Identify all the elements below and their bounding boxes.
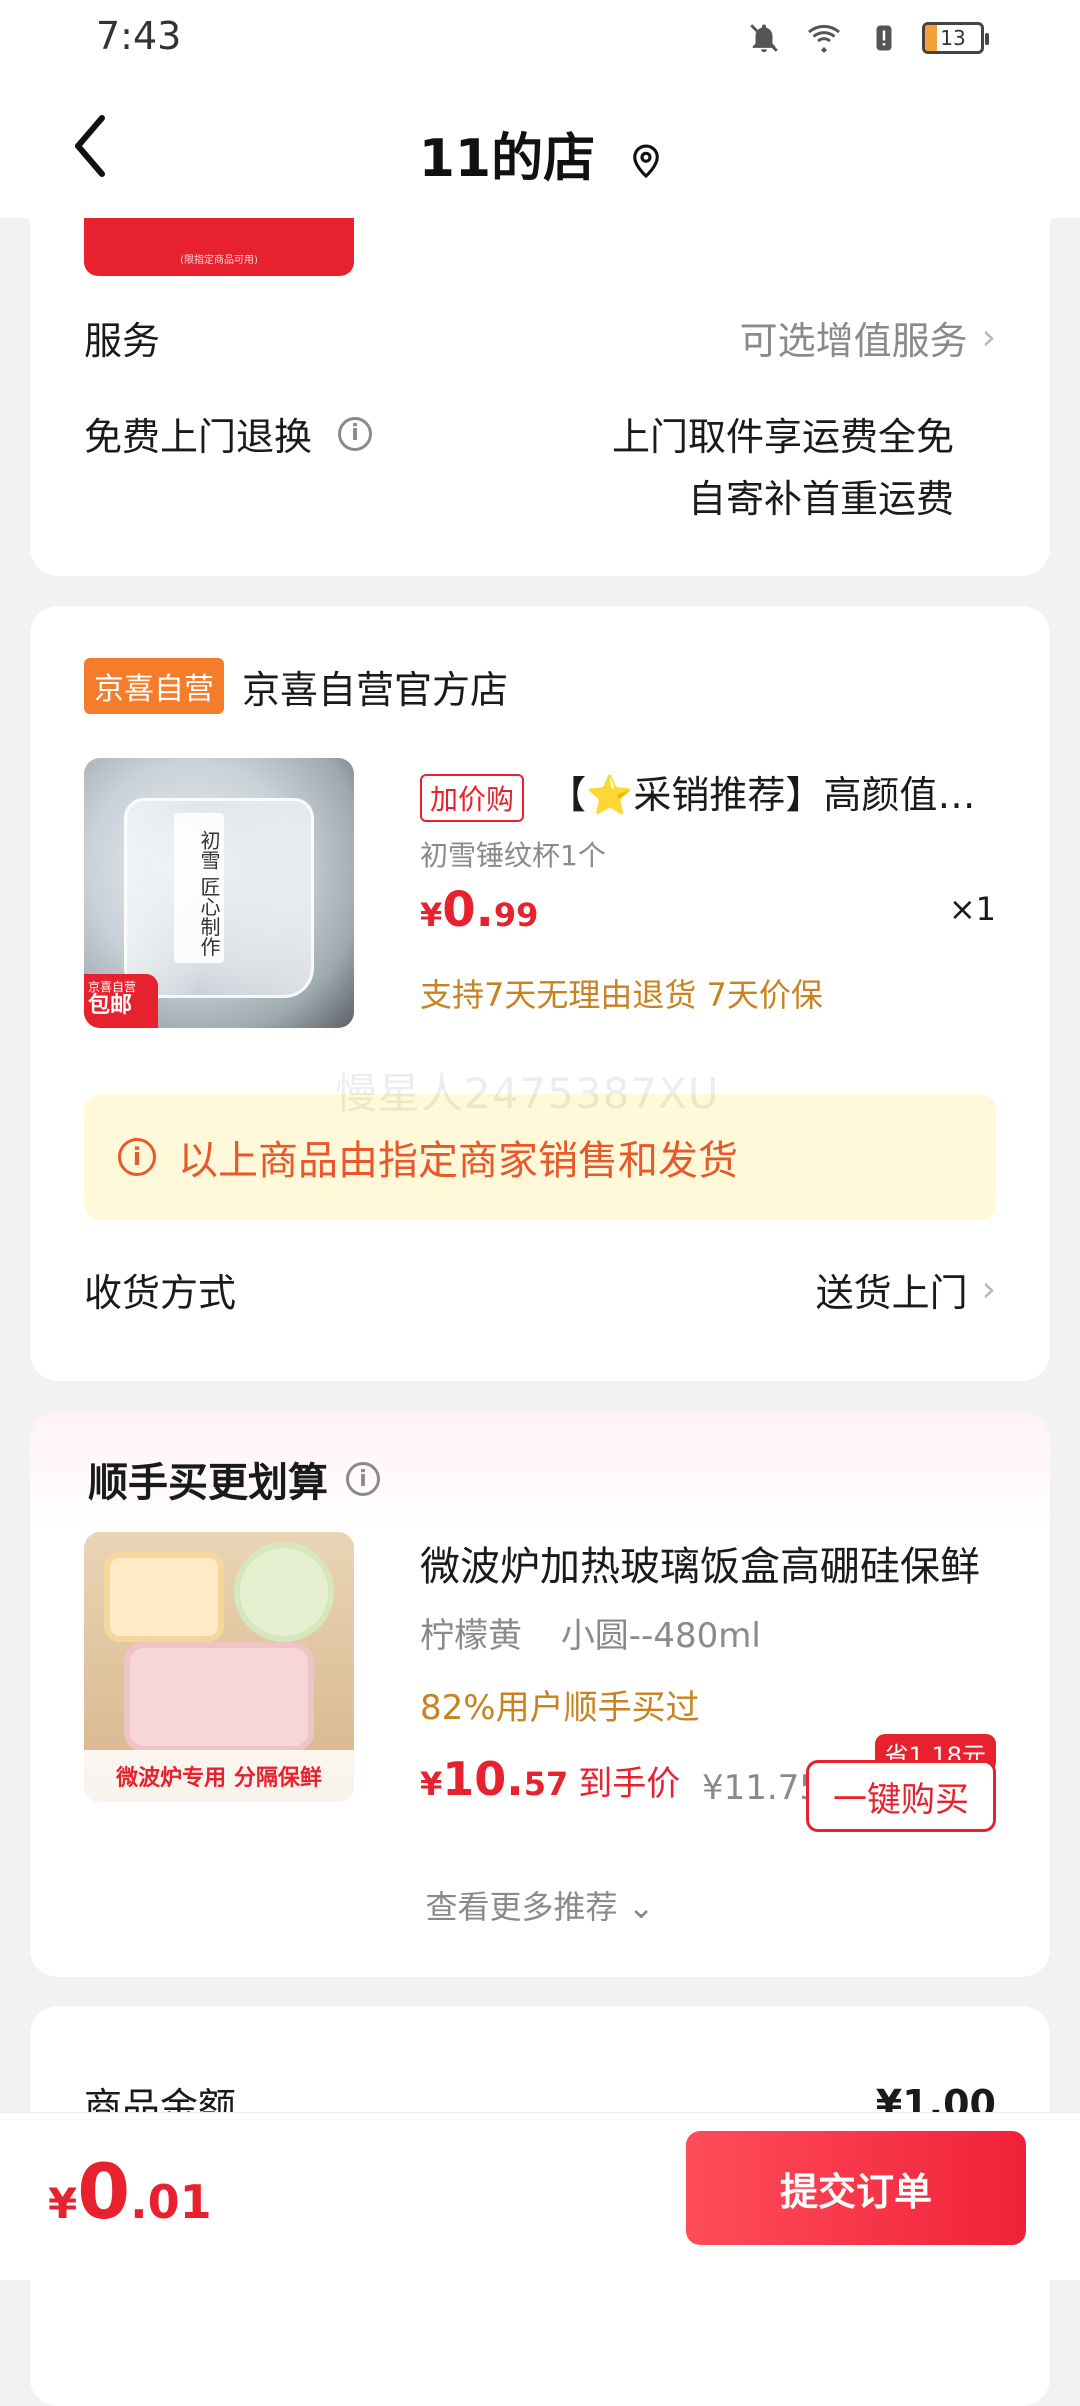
store-name: 京喜自营官方店	[242, 667, 509, 712]
recommend-bought: 82%用户顺手买过	[420, 1688, 700, 1728]
see-more-link[interactable]: 查看更多推荐 ⌄	[30, 1882, 1050, 1928]
product-title-line[interactable]: 加价购 【⭐采销推荐】高颜值初…	[420, 764, 996, 822]
product-image-text: 初雪 匠心制作	[174, 813, 224, 963]
store-title: 11的店	[418, 129, 596, 189]
info-icon[interactable]: i	[346, 1462, 380, 1496]
battery-icon: 13	[922, 22, 989, 54]
alert-icon	[862, 16, 906, 60]
spec-color: 柠檬黄	[420, 1616, 522, 1656]
delivery-value: 送货上门	[815, 1271, 968, 1315]
total-dec: .01	[130, 2175, 212, 2229]
status-time: 7:43	[96, 14, 182, 58]
price-label: 到手价	[578, 1764, 681, 1804]
product-corner-badge: 京喜自营 包邮	[84, 974, 158, 1028]
price-int: 10.	[442, 1752, 524, 1806]
total-price: ¥0.01	[48, 2147, 212, 2236]
free-return-label: 免费上门退换	[84, 415, 313, 459]
location-pin-icon[interactable]	[631, 132, 661, 192]
free-return-line1: 上门取件享运费全免	[611, 415, 954, 459]
page-title: 11的店	[0, 116, 1080, 192]
service-value: 可选增值服务	[739, 319, 968, 363]
product-price: ¥0.99	[420, 882, 538, 938]
addbuy-tag: 加价购	[420, 773, 525, 822]
price-symbol: ¥	[420, 1765, 443, 1803]
see-more-text: 查看更多推荐	[425, 1888, 618, 1926]
product-image[interactable]: 初雪 匠心制作 京喜自营 包邮	[84, 758, 354, 1028]
coupon-note: (限指定商品可用)	[180, 255, 258, 266]
food-box-graphic	[104, 1552, 224, 1642]
wifi-icon	[802, 16, 846, 60]
mute-bell-icon	[742, 16, 786, 60]
service-card: (限指定商品可用) 服务 可选增值服务 › 免费上门退换 i 上门取件享运费全免…	[30, 218, 1050, 576]
one-click-buy-button[interactable]: 一键购买	[806, 1760, 996, 1832]
status-icons: 13	[742, 16, 989, 60]
recommend-original-price: ¥11.75	[702, 1768, 821, 1808]
coupon-card-fragment[interactable]: (限指定商品可用)	[84, 218, 354, 276]
recommend-image-text: 微波炉专用 分隔保鲜	[84, 1750, 354, 1802]
battery-level: 13	[940, 26, 966, 50]
food-box-graphic	[124, 1642, 314, 1752]
product-qty: ×1	[948, 890, 996, 928]
recommend-title: 顺手买更划算 i	[88, 1450, 380, 1508]
product-title: 【⭐采销推荐】高颜值初…	[548, 773, 996, 817]
chevron-down-icon: ⌄	[627, 1888, 655, 1926]
nav-bar: 11的店	[0, 78, 1080, 218]
recommend-item-title[interactable]: 微波炉加热玻璃饭盒高硼硅保鲜	[420, 1534, 980, 1592]
salad-bowl-graphic	[234, 1542, 334, 1642]
store-tag: 京喜自营	[84, 658, 224, 714]
recommend-card: 顺手买更划算 i 微波炉专用 分隔保鲜 微波炉加热玻璃饭盒高硼硅保鲜 柠檬黄 小…	[30, 1412, 1050, 1977]
price-dec: 57	[523, 1765, 569, 1803]
store-card: 京喜自营 京喜自营官方店 初雪 匠心制作 京喜自营 包邮 加价购 【⭐采销推荐】…	[30, 606, 1050, 1381]
notice-text: 以上商品由指定商家销售和发货	[178, 1138, 738, 1184]
recommend-title-text: 顺手买更划算	[88, 1460, 328, 1506]
price-int: 0.	[442, 882, 494, 938]
total-int: 0	[77, 2147, 131, 2236]
delivery-row[interactable]: 收货方式 送货上门 ›	[84, 1262, 996, 1317]
badge-top-text: 京喜自营	[88, 980, 137, 994]
product-sku: 初雪锤纹杯1个	[420, 839, 606, 872]
recommend-image[interactable]: 微波炉专用 分隔保鲜	[84, 1532, 354, 1802]
watermark-text: 慢星人2475387XU	[335, 1069, 720, 1118]
badge-bottom-text: 包邮	[88, 993, 133, 1018]
free-return-line2: 自寄补首重运费	[687, 477, 954, 521]
status-bar: 7:43 13	[0, 0, 1080, 78]
free-return-row: 免费上门退换 i 上门取件享运费全免 自寄补首重运费	[84, 406, 996, 530]
info-icon: i	[118, 1138, 156, 1176]
recommend-price: ¥10.57 到手价	[420, 1752, 680, 1806]
store-header[interactable]: 京喜自营 京喜自营官方店	[84, 658, 508, 714]
price-symbol: ¥	[420, 896, 443, 934]
chevron-right-icon: ›	[981, 1269, 996, 1310]
delivery-label: 收货方式	[84, 1271, 237, 1315]
price-dec: 99	[493, 896, 539, 934]
checkout-bar: ¥0.01 提交订单	[0, 2112, 1080, 2280]
service-row[interactable]: 服务 可选增值服务 ›	[84, 310, 996, 365]
total-symbol: ¥	[48, 2179, 78, 2228]
chevron-right-icon: ›	[981, 317, 996, 358]
submit-order-button[interactable]: 提交订单	[686, 2131, 1026, 2245]
info-icon[interactable]: i	[338, 416, 373, 451]
spec-size: 小圆--480ml	[560, 1616, 761, 1656]
recommend-spec: 柠檬黄 小圆--480ml	[420, 1608, 761, 1657]
service-label: 服务	[84, 319, 161, 363]
product-guarantee: 支持7天无理由退货 7天价保	[420, 976, 823, 1014]
